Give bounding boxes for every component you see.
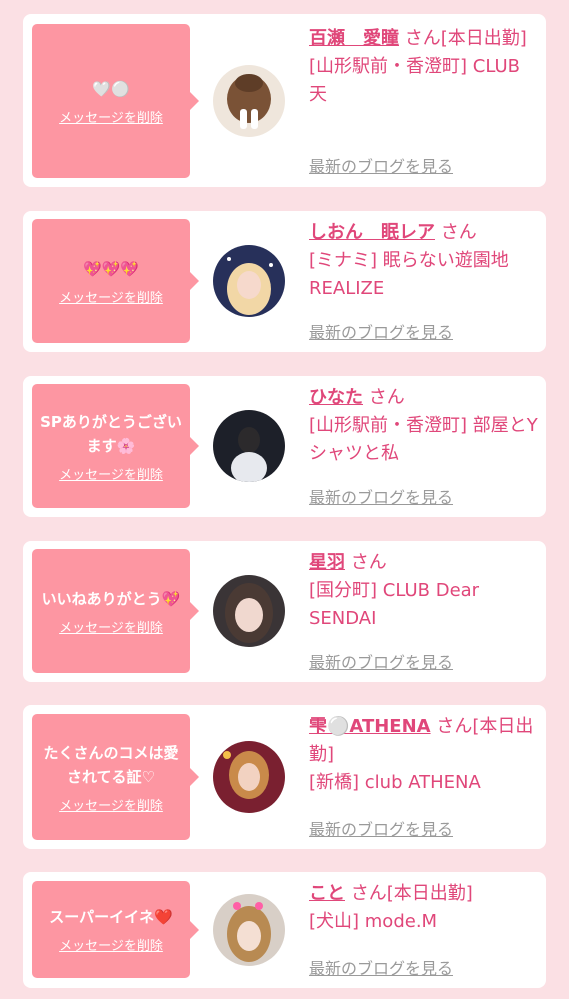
message-card: 🤍⚪️ メッセージを削除 百瀬 愛瞳 さん[本日出勤] [山形駅前・香澄町] C… [23,14,546,187]
user-suffix: さん [440,222,477,243]
message-list: 🤍⚪️ メッセージを削除 百瀬 愛瞳 さん[本日出勤] [山形駅前・香澄町] C… [0,0,569,999]
delete-message-link[interactable]: メッセージを削除 [59,464,163,483]
message-bubble: 💖💖💖 メッセージを削除 [32,219,199,343]
card-info: しおん 眠レア さん [ミナミ] 眠らない遊園地REALIZE [309,219,539,303]
card-info: 雫⚪️ATHENA さん[本日出勤] [新橋] club ATHENA [309,713,539,797]
latest-blog-link[interactable]: 最新のブログを見る [309,153,453,177]
message-card: SPありがとうございます🌸 メッセージを削除 ひなた さん [山形駅前・香澄町]… [23,376,546,517]
user-suffix: さん[本日出勤] [404,28,527,49]
avatar[interactable] [213,245,285,317]
user-name-link[interactable]: 星羽 [309,552,345,573]
message-text: 🤍⚪️ [92,79,130,98]
avatar-photo-icon [213,245,285,317]
latest-blog-link[interactable]: 最新のブログを見る [309,649,453,673]
user-suffix: さん[本日出勤] [350,883,473,904]
shop-label: [山形駅前・香澄町] 部屋とYシャツと私 [309,415,538,464]
card-info: ひなた さん [山形駅前・香澄町] 部屋とYシャツと私 [309,384,539,468]
message-bubble: たくさんのコメは愛されてる証♡ メッセージを削除 [32,714,199,840]
user-name-link[interactable]: 雫⚪️ATHENA [309,716,431,737]
message-card: 💖💖💖 メッセージを削除 しおん 眠レア さん [ミナミ] 眠らない遊園地REA… [23,211,546,352]
message-bubble: いいねありがとう💖 メッセージを削除 [32,549,199,673]
latest-blog-link[interactable]: 最新のブログを見る [309,484,453,508]
message-text: いいねありがとう💖 [41,589,181,608]
card-info: こと さん[本日出勤] [犬山] mode.M [309,880,539,936]
user-name-link[interactable]: ひなた [309,387,363,408]
message-bubble: SPありがとうございます🌸 メッセージを削除 [32,384,199,508]
message-card: たくさんのコメは愛されてる証♡ メッセージを削除 雫⚪️ATHENA さん[本日… [23,705,546,849]
avatar[interactable] [213,65,285,137]
card-info: 星羽 さん [国分町] CLUB Dear SENDAI [309,549,539,633]
avatar-photo-icon [213,741,285,813]
delete-message-link[interactable]: メッセージを削除 [59,795,163,814]
latest-blog-link[interactable]: 最新のブログを見る [309,816,453,840]
latest-blog-link[interactable]: 最新のブログを見る [309,319,453,343]
message-text: たくさんのコメは愛されてる証♡ [43,743,179,786]
avatar-photo-icon [213,575,285,647]
delete-message-link[interactable]: メッセージを削除 [59,617,163,636]
avatar[interactable] [213,894,285,966]
message-text: SPありがとうございます🌸 [40,412,182,455]
delete-message-link[interactable]: メッセージを削除 [59,107,163,126]
message-card: いいねありがとう💖 メッセージを削除 星羽 さん [国分町] CLUB Dear… [23,541,546,682]
card-info: 百瀬 愛瞳 さん[本日出勤] [山形駅前・香澄町] CLUB 天 [309,25,539,109]
avatar[interactable] [213,741,285,813]
avatar[interactable] [213,575,285,647]
user-suffix: さん [350,552,387,573]
message-text: 💖💖💖 [82,259,140,278]
shop-label: [山形駅前・香澄町] CLUB 天 [309,56,520,105]
delete-message-link[interactable]: メッセージを削除 [59,287,163,306]
message-bubble: スーパーイイネ❤️ メッセージを削除 [32,881,199,978]
avatar-photo-icon [213,894,285,966]
message-text: スーパーイイネ❤️ [49,908,173,926]
delete-message-link[interactable]: メッセージを削除 [59,935,163,954]
shop-label: [新橋] club ATHENA [309,772,481,793]
user-name-link[interactable]: 百瀬 愛瞳 [309,28,399,49]
shop-label: [犬山] mode.M [309,911,438,932]
avatar-photo-icon [213,65,285,137]
user-name-link[interactable]: こと [309,883,345,904]
avatar[interactable] [213,410,285,482]
avatar-photo-icon [213,410,285,482]
shop-label: [ミナミ] 眠らない遊園地REALIZE [309,250,509,299]
message-bubble: 🤍⚪️ メッセージを削除 [32,24,199,178]
user-suffix: さん [368,387,405,408]
shop-label: [国分町] CLUB Dear SENDAI [309,580,480,629]
user-name-link[interactable]: しおん 眠レア [309,222,435,243]
message-card: スーパーイイネ❤️ メッセージを削除 こと さん[本日出勤] [犬山] mode… [23,872,546,988]
latest-blog-link[interactable]: 最新のブログを見る [309,955,453,979]
